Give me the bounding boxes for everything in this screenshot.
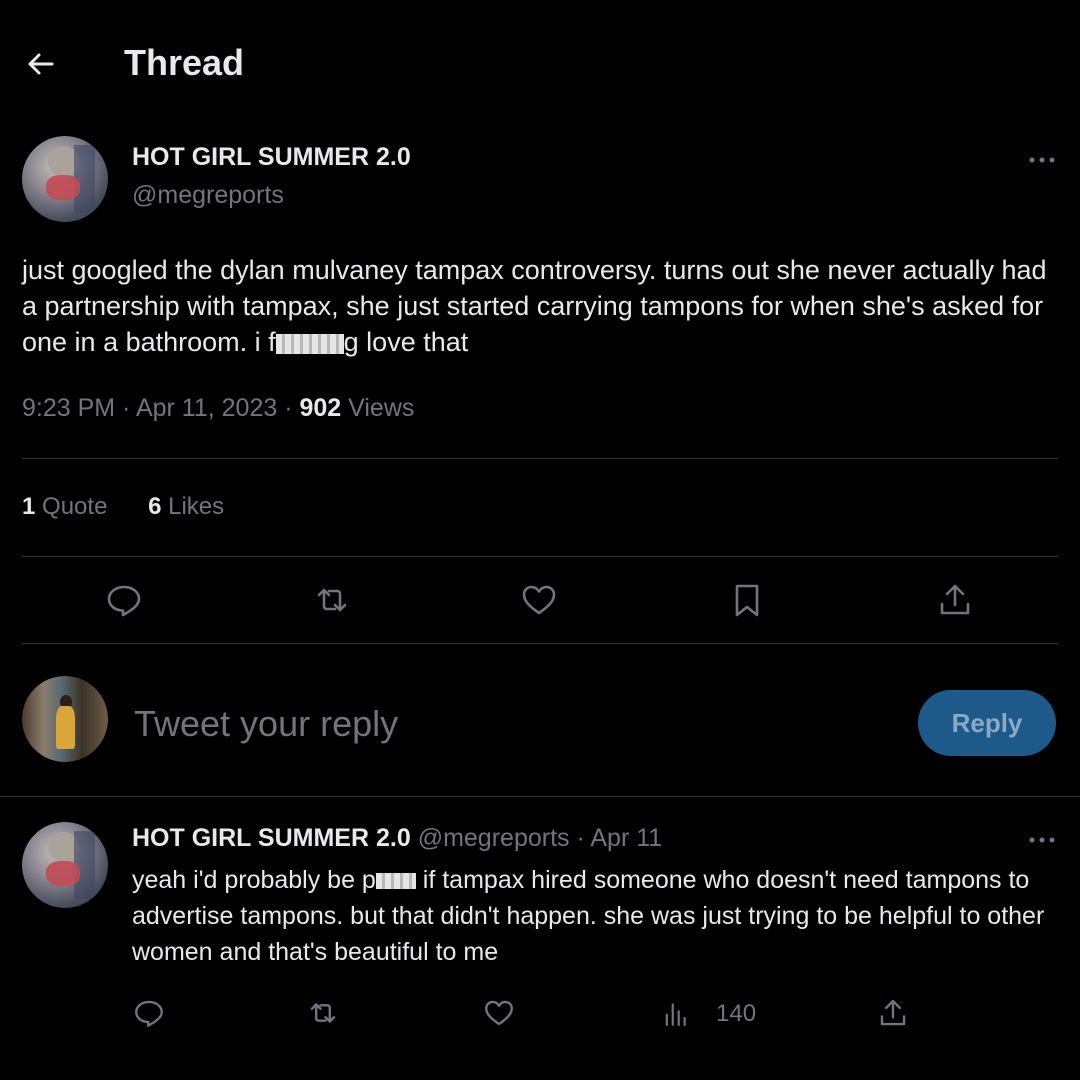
tweet-time[interactable]: 9:23 PM (22, 394, 115, 422)
reply-reply-icon[interactable] (132, 996, 166, 1030)
back-arrow-icon[interactable] (22, 44, 62, 84)
divider (22, 556, 1058, 557)
reply-input[interactable] (134, 700, 874, 748)
author-handle[interactable]: @megreports (132, 181, 284, 210)
divider (22, 458, 1058, 459)
share-icon[interactable] (935, 580, 975, 620)
retweet-icon[interactable] (312, 580, 352, 620)
likes-label: Likes (168, 493, 225, 520)
redaction-mark (375, 873, 416, 890)
quotes-count: 1 (22, 493, 36, 520)
likes-stat[interactable]: 6 Likes (148, 493, 224, 521)
tweet-text: just googled the dylan mulvaney tampax c… (22, 252, 1062, 360)
reply-author-handle[interactable]: @megreports (418, 824, 570, 852)
reply-button[interactable]: Reply (918, 690, 1056, 756)
thread-page: Thread HOT GIRL SUMMER 2.0 @megreports j… (0, 0, 1080, 1080)
header: Thread (0, 0, 1080, 130)
tweet-meta: 9:23 PM · Apr 11, 2023 · 902 Views (22, 394, 415, 422)
quotes-label: Quote (42, 493, 108, 520)
tweet-text-part-1: just googled the dylan mulvaney tampax c… (22, 255, 1047, 357)
quotes-stat[interactable]: 1 Quote (22, 493, 107, 521)
author-avatar[interactable] (22, 136, 108, 222)
reply-date[interactable]: Apr 11 (590, 824, 662, 852)
views-label: Views (348, 394, 415, 422)
reply-retweet-icon[interactable] (306, 996, 340, 1030)
tweet-text-part-2: g love that (343, 327, 469, 357)
current-user-avatar[interactable] (22, 676, 108, 762)
reply-more-options-icon[interactable] (1024, 828, 1064, 852)
engagement-stats: 1 Quote 6 Likes (22, 493, 258, 521)
more-options-icon[interactable] (1024, 148, 1064, 172)
tweet-date[interactable]: Apr 11, 2023 (136, 394, 277, 422)
author-name[interactable]: HOT GIRL SUMMER 2.0 (132, 143, 411, 172)
reply-icon[interactable] (104, 580, 144, 620)
reply-text-part-1: yeah i'd probably be p (132, 866, 376, 894)
reply-author-avatar[interactable] (22, 822, 108, 908)
reply-share-icon[interactable] (876, 996, 910, 1030)
like-icon[interactable] (519, 580, 559, 620)
reply-views-icon[interactable] (660, 996, 694, 1030)
divider (0, 796, 1080, 797)
divider (22, 643, 1058, 644)
reply-author-name[interactable]: HOT GIRL SUMMER 2.0 (132, 824, 411, 852)
views-count: 902 (299, 394, 342, 422)
reply-text: yeah i'd probably be p if tampax hired s… (132, 862, 1052, 970)
page-title: Thread (124, 42, 245, 83)
bookmark-icon[interactable] (727, 580, 767, 620)
likes-count: 6 (148, 493, 162, 520)
reply-header: HOT GIRL SUMMER 2.0 @megreports · Apr 11 (132, 824, 663, 852)
reply-views-count: 140 (716, 1000, 757, 1027)
redaction-mark (275, 333, 344, 354)
reply-like-icon[interactable] (482, 996, 516, 1030)
